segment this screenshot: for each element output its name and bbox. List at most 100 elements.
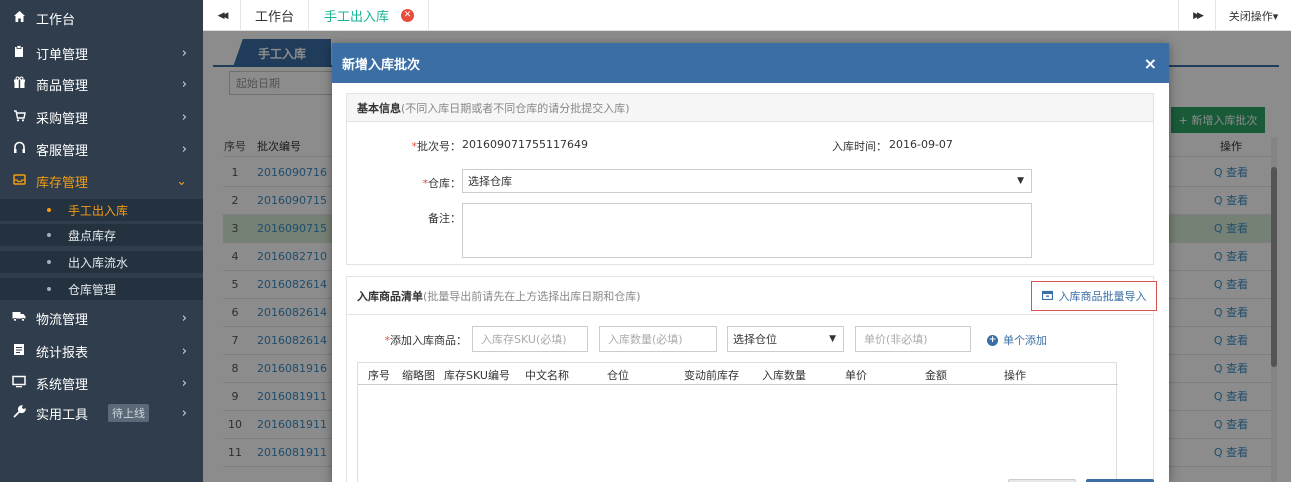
column-header: 入库数量 <box>762 369 806 382</box>
warehouse-label: *仓库： <box>422 177 462 190</box>
tab-label: 工作台 <box>255 10 295 25</box>
chevron-right-icon: › <box>181 310 187 326</box>
batch-import-button[interactable]: 入库商品批量导入 <box>1031 281 1157 311</box>
gift-icon <box>12 76 26 93</box>
inbound-items-table: 序号 缩略图 库存SKU编号 中文名称 仓位 变动前库存 入库数量 单价 金额 操作 <box>357 362 1118 482</box>
sidebar-subitem-label: 出入库流水 <box>68 255 129 270</box>
modal-header: 新增入库批次 × <box>332 43 1169 83</box>
chevron-right-icon: › <box>181 109 187 125</box>
bullet-icon <box>47 260 51 264</box>
column-header: 变动前库存 <box>684 369 739 382</box>
sidebar-item-label: 实用工具 <box>36 407 89 423</box>
sidebar-item-inventory[interactable]: 库存管理 ⌄ <box>0 165 203 197</box>
location-select-value: 选择仓位 <box>733 333 777 346</box>
status-badge: 待上线 <box>108 404 150 422</box>
sidebar-subitem-label: 盘点库存 <box>68 228 117 243</box>
warehouse-select-value: 选择仓库 <box>468 175 512 188</box>
column-header: 库存SKU编号 <box>444 369 510 382</box>
panel-title: 基本信息 <box>357 101 401 115</box>
basic-info-header: 基本信息 (不同入库日期或者不同仓库的请分批提交入库) <box>347 94 1153 122</box>
add-single-button[interactable]: + 单个添加 <box>987 332 1047 348</box>
sidebar-item-orders[interactable]: 订单管理 › <box>0 37 203 69</box>
sidebar-subitem-label: 手工出入库 <box>68 203 129 218</box>
warehouse-select[interactable]: 选择仓库 ▼ <box>462 169 1032 193</box>
sidebar-item-workbench[interactable]: 工作台 <box>0 2 203 34</box>
sidebar: 工作台 订单管理 › 商品管理 › 采购管理 › 客服管理 › 库存管理 ⌄ 手… <box>0 0 203 482</box>
close-operations-dropdown[interactable]: 关闭操作▾ <box>1216 0 1291 31</box>
chevron-right-icon: › <box>181 375 187 391</box>
remark-label: 备注： <box>428 212 461 225</box>
modal-title: 新增入库批次 <box>342 57 421 73</box>
tab-scroll-back-button[interactable]: ◀◀ <box>203 0 241 31</box>
quantity-input[interactable]: 入库数量(必填) <box>599 326 717 352</box>
sidebar-subitem-io-flow[interactable]: 出入库流水 <box>0 251 203 273</box>
monitor-icon <box>12 375 26 392</box>
plus-circle-icon: + <box>987 334 998 346</box>
quantity-placeholder: 入库数量(必填) <box>608 333 683 346</box>
sidebar-item-tools[interactable]: 实用工具 待上线 › <box>0 397 203 429</box>
sidebar-item-label: 订单管理 <box>36 47 89 63</box>
double-chevron-left-icon: ◀◀ <box>217 10 229 21</box>
sidebar-item-label: 库存管理 <box>36 175 89 191</box>
sidebar-item-purchasing[interactable]: 采购管理 › <box>0 101 203 133</box>
tab-workbench[interactable]: 工作台 <box>241 0 310 31</box>
tab-scroll-forward-button[interactable]: ▶▶ <box>1178 0 1216 31</box>
add-inbound-batch-modal: 新增入库批次 × 基本信息 (不同入库日期或者不同仓库的请分批提交入库) *批次… <box>332 43 1169 482</box>
close-operations-label: 关闭操作▾ <box>1228 9 1279 23</box>
column-header: 操作 <box>1004 369 1026 382</box>
sidebar-subitem-manual-io[interactable]: 手工出入库 <box>0 199 203 221</box>
top-tab-bar: ◀◀ 工作台 手工出入库 ✕ ▶▶ 关闭操作▾ <box>203 0 1291 31</box>
column-header: 金额 <box>925 369 947 382</box>
batch-no-label: *批次号： <box>411 140 462 153</box>
tab-manual-io[interactable]: 手工出入库 ✕ <box>310 0 430 31</box>
import-icon <box>1041 290 1053 303</box>
sidebar-item-label: 工作台 <box>36 12 76 28</box>
chevron-right-icon: › <box>181 45 187 61</box>
clipboard-icon <box>12 44 26 62</box>
sidebar-item-customer-service[interactable]: 客服管理 › <box>0 133 203 165</box>
report-icon <box>12 343 26 360</box>
sidebar-item-label: 系统管理 <box>36 377 89 393</box>
price-input[interactable]: 单价(非必填) <box>855 326 971 352</box>
panel-title: 入库商品清单 <box>357 289 423 303</box>
sidebar-item-label: 商品管理 <box>36 78 89 94</box>
close-icon[interactable]: ✕ <box>401 9 415 22</box>
headset-icon <box>12 141 26 158</box>
sidebar-item-label: 物流管理 <box>36 312 89 328</box>
chevron-right-icon: › <box>181 343 187 359</box>
chevron-right-icon: › <box>181 76 187 92</box>
panel-note: (不同入库日期或者不同仓库的请分批提交入库) <box>401 101 630 115</box>
sidebar-item-system[interactable]: 系统管理 › <box>0 367 203 399</box>
chevron-right-icon: › <box>181 141 187 157</box>
sidebar-subitem-label: 仓库管理 <box>68 282 117 297</box>
chevron-right-icon: › <box>181 405 187 421</box>
location-select[interactable]: 选择仓位 ▼ <box>727 326 844 352</box>
batch-no-value: 201609071755117649 <box>462 138 588 151</box>
inbound-items-panel: 入库商品清单 (批量导出前请先在上方选择出库日期和仓库) 入库商品批量导入 *添… <box>346 276 1157 482</box>
chevron-down-icon: ⌄ <box>176 173 187 189</box>
sidebar-item-reports[interactable]: 统计报表 › <box>0 335 203 367</box>
sidebar-item-logistics[interactable]: 物流管理 › <box>0 302 203 334</box>
wrench-icon <box>12 404 26 422</box>
sidebar-subitem-stocktake[interactable]: 盘点库存 <box>0 224 203 246</box>
batch-import-label: 入库商品批量导入 <box>1058 290 1147 303</box>
sidebar-item-products[interactable]: 商品管理 › <box>0 68 203 100</box>
double-chevron-right-icon: ▶▶ <box>1193 10 1204 21</box>
sku-placeholder: 入库存SKU(必填) <box>481 333 567 346</box>
add-item-label: *添加入库商品： <box>384 334 468 347</box>
basic-info-panel: 基本信息 (不同入库日期或者不同仓库的请分批提交入库) *批次号： 201609… <box>346 93 1154 265</box>
column-header: 单价 <box>845 369 867 382</box>
home-icon <box>12 10 26 27</box>
sidebar-item-label: 统计报表 <box>36 345 89 361</box>
sidebar-item-label: 采购管理 <box>36 111 89 127</box>
sku-input[interactable]: 入库存SKU(必填) <box>472 326 588 352</box>
caret-down-icon: ▼ <box>1017 176 1024 186</box>
column-header: 缩略图 <box>402 369 435 382</box>
remark-textarea[interactable] <box>462 203 1032 258</box>
column-header: 中文名称 <box>525 369 569 382</box>
add-single-label: 单个添加 <box>1003 334 1047 347</box>
sidebar-subitem-warehouse[interactable]: 仓库管理 <box>0 278 203 300</box>
inbound-time-value: 2016-09-07 <box>889 138 953 151</box>
close-icon[interactable]: × <box>1144 54 1157 73</box>
column-header: 序号 <box>368 369 390 382</box>
